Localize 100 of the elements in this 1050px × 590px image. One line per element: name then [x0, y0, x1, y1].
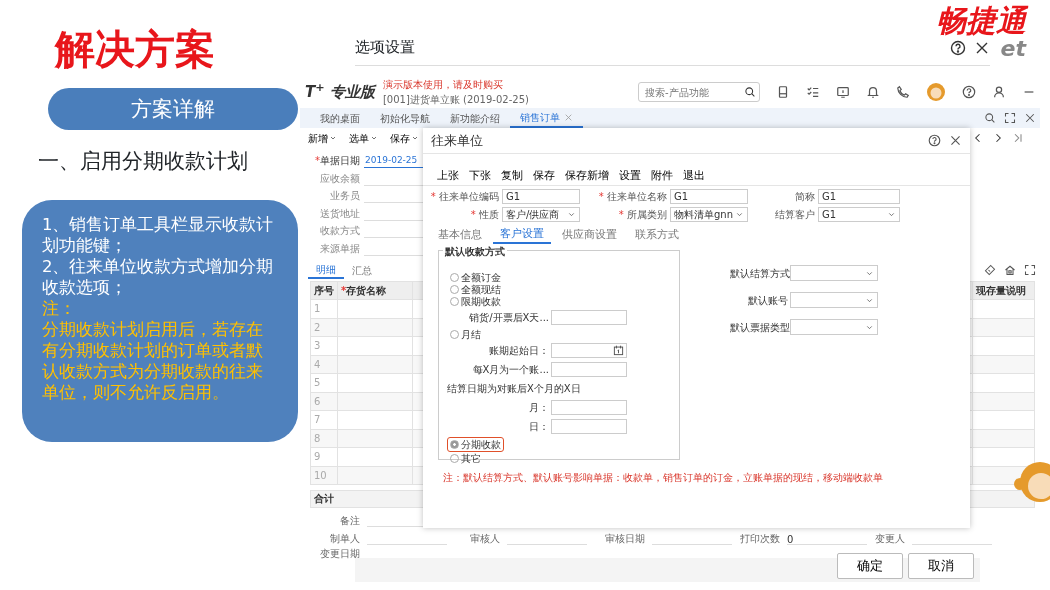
- field-label: 收款方式: [319, 224, 361, 239]
- tab[interactable]: 新功能介绍: [440, 108, 510, 128]
- toolbar-button[interactable]: 保存: [387, 130, 422, 146]
- fullscreen-icon[interactable]: [1024, 264, 1036, 276]
- help-icon[interactable]: [928, 134, 941, 147]
- input-field[interactable]: [551, 400, 627, 415]
- field-label: 月：: [528, 401, 550, 415]
- tab[interactable]: 基本信息: [431, 226, 489, 244]
- help-icon[interactable]: [962, 85, 976, 99]
- field-label: 账期起始日：: [488, 344, 550, 358]
- select-field[interactable]: G1: [818, 207, 900, 222]
- note-text: 注：: [42, 297, 77, 319]
- select-field[interactable]: [790, 292, 878, 308]
- search-icon[interactable]: [744, 86, 756, 98]
- caret-icon[interactable]: [567, 210, 576, 219]
- field-label: 简称: [794, 190, 815, 204]
- notice-text: 演示版本使用，请及时购买: [382, 78, 504, 92]
- input-field[interactable]: [551, 362, 627, 377]
- field-label: 每X月为一个账...: [471, 363, 550, 377]
- caret-icon[interactable]: [411, 134, 419, 142]
- fullscreen-icon[interactable]: [1004, 112, 1016, 124]
- tab[interactable]: 供应商设置: [555, 226, 624, 244]
- column-header: 现存量说明: [972, 281, 1035, 300]
- phone-icon[interactable]: [896, 85, 910, 99]
- radio-option[interactable]: 限期收款: [447, 295, 504, 307]
- field-label: *单据日期: [314, 154, 361, 169]
- input-field[interactable]: 0: [787, 531, 867, 545]
- radio-option[interactable]: 全额订金: [447, 271, 504, 283]
- toolbar-button[interactable]: 选单: [346, 130, 381, 146]
- input-field[interactable]: [551, 343, 627, 358]
- toolbar-button[interactable]: 退出: [679, 166, 709, 185]
- row-number: 7: [310, 410, 338, 429]
- input-field[interactable]: G1: [502, 189, 580, 204]
- input-field[interactable]: G1: [818, 189, 900, 204]
- dialog-button[interactable]: 取消: [908, 553, 974, 579]
- search-field[interactable]: 搜索-产品功能: [638, 82, 760, 102]
- search-icon[interactable]: [984, 112, 996, 124]
- caret-icon[interactable]: [887, 210, 896, 219]
- note-text: 注：默认结算方式、默认账号影响单据：收款单，销售订单的订金，立账单据的现结，移动端收款单: [442, 471, 884, 485]
- row-number: 6: [310, 392, 338, 411]
- toolbar-button[interactable]: 上张: [433, 166, 463, 185]
- product-logo: T$^{+}$ 专业版: [305, 80, 375, 103]
- toolbar-button[interactable]: 新增: [305, 130, 340, 146]
- tab[interactable]: 我的桌面: [310, 108, 370, 128]
- select-field[interactable]: 客户/供应商: [502, 207, 580, 222]
- caret-icon[interactable]: [329, 134, 337, 142]
- input-field[interactable]: [551, 310, 627, 325]
- field-label: 默认结算方式: [730, 266, 790, 281]
- calendar-icon[interactable]: [613, 345, 624, 356]
- home-icon[interactable]: [1004, 264, 1016, 276]
- note-text: 1、销售订单工具栏显示收款计划功能键；: [42, 213, 275, 256]
- caret-icon[interactable]: [370, 134, 378, 142]
- dialog-button[interactable]: 确定: [837, 553, 903, 579]
- field-label: 默认票据类型: [730, 320, 790, 335]
- toolbar-button[interactable]: 下张: [465, 166, 495, 185]
- field-label: 销货/开票后X天...: [468, 311, 550, 325]
- toolbar-button[interactable]: 附件: [647, 166, 677, 185]
- field-caption: 结算日期为对账后X个月的X日: [447, 382, 582, 396]
- radio-option[interactable]: 月结: [447, 328, 484, 340]
- calculator-icon[interactable]: [776, 85, 790, 99]
- tag-icon[interactable]: [984, 264, 996, 276]
- field-label: 制单人: [329, 531, 361, 546]
- tab[interactable]: 明细: [308, 261, 344, 279]
- window-title: 选项设置: [355, 37, 415, 59]
- message-icon[interactable]: [836, 85, 850, 99]
- tab[interactable]: 初始化导航: [370, 108, 440, 128]
- field-label: 应收余额: [319, 171, 361, 186]
- toolbar-button[interactable]: 保存新增: [561, 166, 613, 185]
- field-label: 变更人: [875, 531, 906, 546]
- toolbar-button[interactable]: 复制: [497, 166, 527, 185]
- field-label: 审核人: [470, 531, 501, 546]
- column-header: *存货名称: [337, 281, 413, 300]
- tab[interactable]: 汇总: [344, 261, 380, 279]
- last-icon[interactable]: [1012, 132, 1024, 144]
- section-banner: 方案详解: [48, 88, 298, 130]
- caret-icon[interactable]: [735, 210, 744, 219]
- dialog-title: 往来单位: [431, 131, 483, 150]
- user-icon[interactable]: [992, 85, 1006, 99]
- tab[interactable]: 联系方式: [628, 226, 686, 244]
- select-field[interactable]: [790, 265, 878, 281]
- field-label: 变更日期: [319, 547, 361, 561]
- row-number: 5: [310, 373, 338, 392]
- select-field[interactable]: [790, 319, 878, 335]
- input-field[interactable]: G1: [670, 189, 748, 204]
- note-text: 分期收款计划启用后，若存在有分期收款计划的订单或者默认收款方式为分期收款的往来单位，则不允许反启用。: [42, 318, 264, 403]
- radio-option[interactable]: 分期收款: [447, 437, 504, 452]
- field-label: * 性质: [469, 208, 499, 222]
- radio-option[interactable]: 其它: [447, 452, 484, 464]
- toolbar-button[interactable]: 设置: [615, 166, 645, 185]
- toolbar-button[interactable]: 保存: [529, 166, 559, 185]
- row-number: 2: [310, 318, 338, 337]
- close-icon[interactable]: [949, 134, 962, 147]
- field-label: 结算客户: [774, 208, 815, 222]
- input-field[interactable]: [551, 419, 627, 434]
- bell-icon[interactable]: [866, 85, 880, 99]
- checklist-icon[interactable]: [806, 85, 820, 99]
- radio-option[interactable]: 全额现结: [447, 283, 504, 295]
- select-field[interactable]: 物料清单gnn: [670, 207, 748, 222]
- slide-title: 解决方案: [55, 25, 215, 74]
- help-icon[interactable]: [950, 39, 966, 56]
